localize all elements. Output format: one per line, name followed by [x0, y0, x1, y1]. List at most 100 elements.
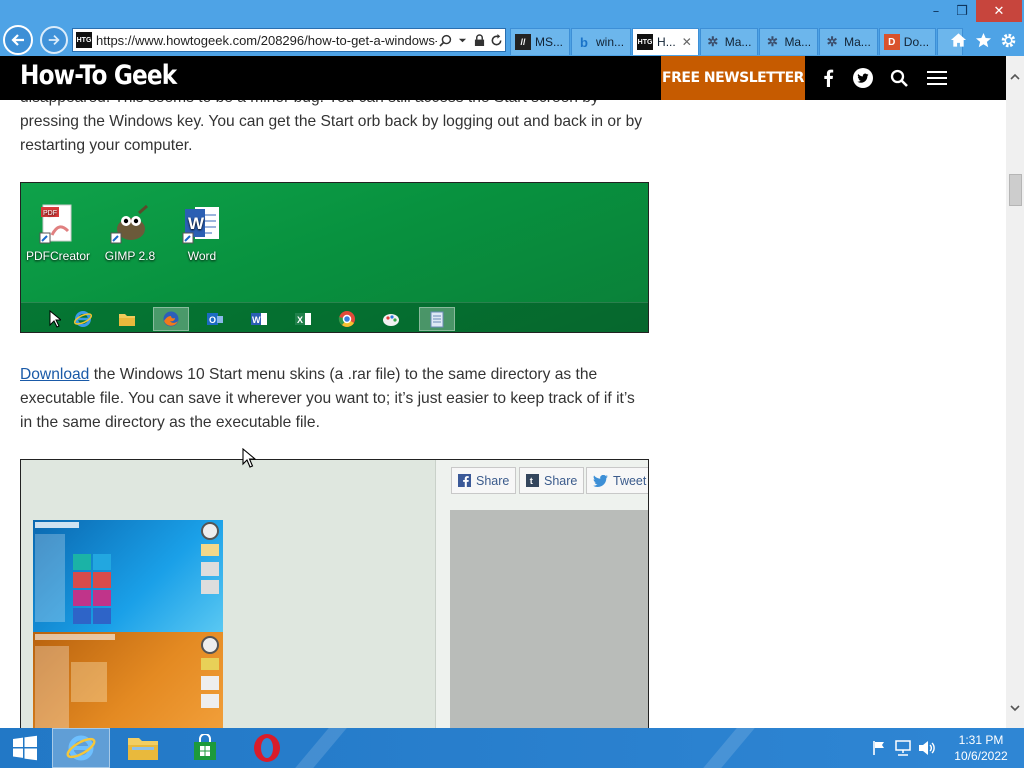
svg-text:W: W — [252, 315, 261, 325]
twitter-share-button: Tweet — [586, 467, 648, 494]
taskbar-clock[interactable]: 1:31 PM 10/6/2022 — [946, 732, 1016, 764]
outlook-icon: O — [197, 307, 233, 331]
twitter-icon[interactable] — [852, 67, 874, 89]
gear-icon: ✲ — [766, 34, 778, 49]
taskbar-internet-explorer[interactable] — [52, 728, 110, 768]
free-newsletter-button[interactable]: FREE NEWSLETTER — [661, 56, 805, 100]
svg-text:PDF: PDF — [43, 210, 57, 217]
desktop-icon-pdfcreator: PDF PDFCreator — [23, 203, 93, 263]
svg-text:W: W — [188, 214, 205, 233]
desktop-icon-gimp: GIMP 2.8 — [95, 203, 165, 263]
back-button[interactable] — [3, 25, 33, 55]
tab-label: win... — [596, 35, 625, 49]
lock-icon[interactable] — [471, 31, 487, 49]
pdfcreator-icon: PDF — [37, 203, 79, 245]
tools-gear-icon[interactable] — [998, 30, 1018, 50]
vertical-scrollbar[interactable] — [1006, 56, 1024, 728]
close-window-button[interactable]: ✕ — [976, 0, 1022, 22]
tab-ms[interactable]: // MS... — [510, 28, 571, 55]
close-tab-icon[interactable]: ✕ — [682, 35, 692, 49]
svg-text:t: t — [530, 476, 533, 486]
action-center-flag-icon[interactable] — [870, 739, 888, 757]
tab-label: MS... — [535, 35, 564, 49]
taskbar-file-explorer[interactable] — [114, 728, 172, 768]
hamburger-menu-icon[interactable] — [925, 67, 949, 89]
taskbar-decoration — [286, 728, 356, 768]
tab-label: Do... — [903, 35, 930, 49]
file-explorer-icon — [109, 307, 145, 331]
site-favicon: HTG — [76, 32, 92, 48]
start-button[interactable] — [0, 728, 50, 768]
tab-label: Ma... — [784, 35, 812, 49]
taskbar-store[interactable] — [176, 728, 234, 768]
desktop-icon-word: W Word — [167, 203, 237, 263]
page-content: disappeared. This seems to be a minor bu… — [0, 56, 1006, 728]
start-menu-skin-blue — [33, 520, 223, 632]
share-label: Share — [476, 473, 510, 488]
download-link[interactable]: Download — [20, 366, 89, 383]
paragraph-text: the Windows 10 Start menu skins (a .rar … — [20, 366, 635, 431]
search-icon[interactable] — [437, 31, 453, 49]
svg-text:O: O — [209, 315, 216, 325]
scroll-up-icon[interactable] — [1006, 64, 1024, 88]
desktop-icon-label: Word — [187, 249, 217, 263]
tab-htg[interactable]: HTG H... ✕ — [632, 28, 699, 55]
mouse-pointer-icon — [242, 447, 257, 468]
ms-icon: // — [515, 34, 531, 50]
start-menu-skins-screenshot: Share t Share Tweet — [20, 459, 649, 728]
ie-icon — [65, 307, 101, 331]
network-icon[interactable] — [894, 739, 912, 757]
home-icon[interactable] — [948, 30, 968, 50]
gimp-icon — [109, 203, 151, 245]
svg-text:X: X — [297, 315, 303, 325]
favorites-star-icon[interactable] — [973, 30, 993, 50]
gear-icon: ✲ — [707, 34, 719, 49]
tab-ma-1[interactable]: ✲ Ma... — [699, 28, 759, 55]
doc-icon: D — [883, 34, 900, 50]
opera-icon — [254, 734, 280, 762]
windows-logo-icon — [13, 735, 37, 761]
tab-ma-2[interactable]: ✲ Ma... — [759, 28, 819, 55]
address-bar[interactable]: HTG https://www.howtogeek.com/208296/how… — [72, 28, 506, 52]
site-logo[interactable]: How-To Geek — [20, 60, 177, 91]
arrow-left-icon — [11, 34, 24, 46]
chevron-down-icon[interactable] — [454, 31, 470, 49]
share-label: Share — [544, 473, 578, 488]
share-label: Tweet — [613, 473, 647, 488]
start-menu-skin-orange — [33, 632, 223, 728]
paint-icon — [373, 307, 409, 331]
tab-ma-3[interactable]: ✲ Ma... — [819, 28, 878, 55]
facebook-icon[interactable] — [817, 67, 839, 89]
taskbar-opera[interactable] — [238, 728, 296, 768]
forward-button[interactable] — [40, 26, 68, 54]
volume-icon[interactable] — [918, 739, 936, 757]
refresh-icon[interactable] — [488, 31, 504, 49]
twitter-icon — [593, 474, 608, 487]
scroll-down-icon[interactable] — [1006, 696, 1024, 720]
tab-doc[interactable]: D Do... — [878, 28, 937, 55]
article-paragraph: Download the Windows 10 Start menu skins… — [20, 363, 650, 435]
screenshot-gray-panel — [450, 510, 648, 728]
chrome-icon — [329, 307, 365, 331]
restore-button[interactable]: ❒ — [946, 0, 978, 22]
clock-date: 10/6/2022 — [954, 749, 1008, 763]
facebook-share-button: Share — [451, 467, 517, 494]
store-icon — [194, 734, 216, 760]
screenshot-taskbar: O W X — [21, 302, 648, 332]
search-icon[interactable] — [888, 67, 910, 89]
scrollbar-thumb[interactable] — [1009, 174, 1022, 206]
firefox-icon — [153, 307, 189, 331]
desktop-icon-label: PDFCreator — [25, 249, 90, 263]
tumblr-share-button: t Share — [519, 467, 585, 494]
tab-label: Ma... — [724, 35, 752, 49]
tab-bing[interactable]: b win... — [571, 28, 632, 55]
word-taskbar-icon: W — [241, 307, 277, 331]
tab-label: H... — [657, 35, 676, 49]
htg-icon: HTG — [637, 34, 654, 50]
url-text[interactable]: https://www.howtogeek.com/208296/how-to-… — [96, 33, 437, 48]
start-menu-preview — [33, 520, 223, 728]
browser-chrome: – ❒ ✕ HTG https://www.howtogeek.com/2082… — [0, 0, 1024, 56]
windows-taskbar: 1:31 PM 10/6/2022 — [0, 728, 1024, 768]
arrow-right-icon — [48, 35, 60, 45]
notepad-icon — [419, 307, 455, 331]
